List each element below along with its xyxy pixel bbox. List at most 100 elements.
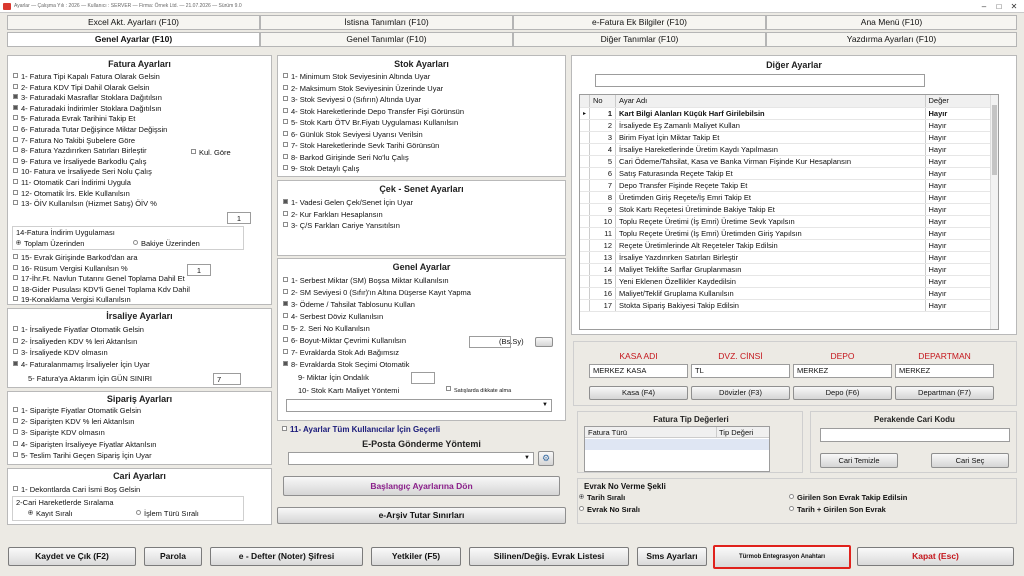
eposta-gear-icon[interactable]: ⚙ [538, 451, 554, 466]
fatura-option-checkbox[interactable] [13, 200, 18, 206]
stok-option-7[interactable]: 7- Stok Hareketlerinde Sevk Tarihi Görün… [283, 141, 439, 151]
fatura-option-9[interactable]: 9- Fatura ve İrsaliyede Barkodlu Çalış [13, 157, 146, 167]
genel-option-checkbox[interactable] [283, 337, 288, 342]
diger-search-input[interactable] [595, 74, 925, 87]
tab-genel-tanimlar[interactable]: Genel Tanımlar (F10) [260, 32, 513, 47]
boyut-settings-button[interactable] [535, 337, 553, 347]
stok-option-checkbox[interactable] [283, 73, 288, 78]
fatura-option-12[interactable]: 12- Otomatik İrs. Ekle Kullanılsın [13, 189, 130, 199]
sms-ayarlari-button[interactable]: Sms Ayarları [637, 547, 707, 566]
fatura-option-checkbox[interactable] [13, 136, 18, 142]
diger-row[interactable]: ▸ 1 Kart Bilgi Alanları Küçük Harf Girileb… [580, 107, 991, 120]
irsaliye-option-checkbox[interactable] [13, 326, 18, 331]
kasa-input[interactable]: MERKEZ KASA [589, 364, 688, 378]
fatura-option-8[interactable]: 8- Fatura Yazdırırken Satırları Birleşti… [13, 146, 147, 156]
oiv-input[interactable]: 1 [227, 212, 251, 224]
stok-option-1[interactable]: 1- Minimum Stok Seviyesinin Altında Uyar [283, 72, 430, 82]
depo-button[interactable]: Depo (F6) [793, 386, 892, 400]
eposta-select[interactable]: ▼ [288, 452, 534, 465]
cari-sec-button[interactable]: Cari Seç [931, 453, 1009, 468]
fatura-option-checkbox[interactable] [13, 179, 18, 184]
baslangic-ayarlari-button[interactable]: Başlangıç Ayarlarına Dön [283, 476, 560, 496]
irsaliye-option-2[interactable]: 2- İrsaliyeden KDV % leri Aktarılsın [13, 337, 137, 347]
radio-evrak-no-sirali[interactable]: Evrak No Sıralı [579, 505, 640, 515]
cek-option-checkbox[interactable] [283, 199, 288, 204]
diger-row[interactable]: 13 İrsaliye Yazdırırken Satırları Birleşt… [580, 251, 991, 264]
stok-option-checkbox[interactable] [283, 165, 288, 170]
diger-row[interactable]: 11 Toplu Reçete Üretimi (İş Emri) Üretimd… [580, 227, 991, 240]
fatura-option-ext-1[interactable]: 15- Evrak Girişinde Barkod'dan ara [13, 253, 138, 263]
siparis-option-checkbox[interactable] [13, 418, 18, 424]
cek-option-checkbox[interactable] [283, 222, 288, 227]
genel-option-checkbox[interactable] [283, 313, 288, 318]
diger-scrollbar[interactable] [990, 95, 998, 329]
cek-option-3[interactable]: 3- Ç/S Farkları Cariye Yansıtılsın [283, 221, 400, 231]
stok-option-2[interactable]: 2- Maksimum Stok Seviyesinin Üzerinde Uy… [283, 84, 443, 94]
genel-option-checkbox[interactable] [283, 361, 288, 366]
fatura-option-13[interactable]: 13- ÖİV Kullanılsın (Hizmet Satış) ÖİV % [13, 199, 157, 209]
silinen-evrak-button[interactable]: Silinen/Değiş. Evrak Listesi [469, 547, 629, 566]
departman-button[interactable]: Departman (F7) [895, 386, 994, 400]
diger-row[interactable]: 14 Maliyet Teklifte Sarflar Gruplanmasın H… [580, 263, 991, 276]
cek-option-2[interactable]: 2- Kur Farkları Hesaplansın [283, 210, 383, 220]
kaydet-cik-button[interactable]: Kaydet ve Çık (F2) [8, 547, 136, 566]
diger-row[interactable]: 8 Üretimden Giriş Reçete/İş Emri Takip Et… [580, 191, 991, 204]
irsaliye-option-1[interactable]: 1- İrsaliyede Fiyatlar Otomatik Gelsin [13, 325, 144, 335]
stok-option-checkbox[interactable] [283, 107, 288, 113]
genel-option-5[interactable]: 5- 2. Seri No Kullanılsın [283, 324, 370, 334]
fatura-option-ext-checkbox[interactable] [13, 285, 18, 291]
siparis-option-4[interactable]: 4- Siparişten İrsaliyeye Fiyatlar Aktarı… [13, 440, 156, 450]
diger-row[interactable]: 3 Birim Fiyat İçin Miktar Takip Et Hayır [580, 131, 991, 144]
fatura-option-checkbox[interactable] [13, 147, 18, 153]
tab-excel[interactable]: Excel Akt. Ayarları (F10) [7, 15, 260, 30]
cek-option-checkbox[interactable] [283, 210, 288, 216]
siparis-option-5[interactable]: 5- Teslim Tarihi Geçen Sipariş İçin Uyar [13, 451, 152, 461]
radio-islem-turu[interactable]: İşlem Türü Sıralı [136, 509, 199, 518]
earsiv-tutar-button[interactable]: e-Arşiv Tutar Sınırları [277, 507, 566, 524]
genel-option-2[interactable]: 2- SM Seviyesi 0 (Sıfır)'ın Altına Düşer… [283, 288, 471, 298]
diger-row[interactable]: 10 Toplu Reçete Üretimi (İş Emri) Üretime… [580, 215, 991, 228]
diger-row[interactable]: 5 Cari Ödeme/Tahsilat, Kasa ve Banka Virm… [580, 155, 991, 168]
tab-yazdirma[interactable]: Yazdırma Ayarları (F10) [766, 32, 1017, 47]
fatura-option-ext-checkbox[interactable] [13, 296, 18, 302]
edefter-sifresi-button[interactable]: e - Defter (Noter) Şifresi [210, 547, 363, 566]
diger-row[interactable]: 2 İrsaliyede Eş Zamanlı Maliyet Kullan Hay… [580, 119, 991, 132]
fatura-option-checkbox[interactable] [13, 73, 18, 78]
stok-option-6[interactable]: 6- Günlük Stok Seviyesi Uyarısı Verilsin [283, 130, 423, 140]
dikkate-alma-option[interactable]: Satışlarda dikkate alma [446, 386, 511, 396]
radio-tarih-girilen[interactable]: Tarih + Girilen Son Evrak [789, 505, 886, 515]
fatura-option-ext-5[interactable]: 19-Konaklama Vergisi Kullanılsın [13, 295, 131, 305]
radio-kayit-sirali[interactable]: Kayıt Sıralı [28, 509, 73, 518]
stok-option-checkbox[interactable] [283, 84, 288, 90]
tab-genel-ayarlar[interactable]: Genel Ayarlar (F10) [7, 32, 260, 47]
ondalik-input[interactable] [411, 372, 435, 384]
fatura-option-ext-checkbox[interactable] [13, 275, 18, 281]
fatura-option-6[interactable]: 6- Faturada Tutar Değişince Miktar Değiş… [13, 125, 167, 135]
irsaliye-option-4[interactable]: 4- Faturalanmamış İrsaliyeler İçin Uyar [13, 360, 150, 370]
siparis-option-checkbox[interactable] [13, 407, 18, 412]
radio-girilen-son[interactable]: Girilen Son Evrak Takip Edilsin [789, 493, 907, 503]
tab-efatura[interactable]: e-Fatura Ek Bilgiler (F10) [513, 15, 766, 30]
fatura-option-3[interactable]: 3- Faturadaki Masraflar Stoklara Dağıtıl… [13, 93, 162, 103]
diger-row[interactable]: 15 Yeni Eklenen Özellikler Kaydedilsin Hay… [580, 275, 991, 288]
stok-option-checkbox[interactable] [283, 130, 288, 136]
irsaliye-option-3[interactable]: 3- İrsaliyede KDV olmasın [13, 348, 108, 358]
fatura-option-checkbox[interactable] [13, 115, 18, 121]
diger-row[interactable]: 12 Reçete Üretimlerinde Alt Reçeteler Tak… [580, 239, 991, 252]
siparis-option-3[interactable]: 3- Siparişte KDV olmasın [13, 428, 105, 438]
yetkiler-button[interactable]: Yetkiler (F5) [371, 547, 461, 566]
stok-option-checkbox[interactable] [283, 96, 288, 101]
depo-input[interactable]: MERKEZ [793, 364, 892, 378]
genel-option-checkbox[interactable] [283, 277, 288, 282]
fatura-option-checkbox[interactable] [13, 104, 18, 110]
fatura-option-checkbox[interactable] [13, 94, 18, 100]
siparis-option-checkbox[interactable] [13, 440, 18, 446]
irsaliye-option-checkbox[interactable] [13, 360, 18, 366]
gun-siniri-input[interactable]: 7 [213, 373, 241, 385]
fatura-option-ext-3[interactable]: 17-İhr.Ft. Navlun Tutarını Genel Toplama… [13, 274, 185, 284]
fatura-option-10[interactable]: 10- Fatura ve İrsaliyede Seri Nolu Çalış [13, 167, 152, 177]
irsaliye-option-checkbox[interactable] [13, 337, 18, 343]
turmob-anahtari-button[interactable]: Türmob Entegrasyon Anahtarı [713, 545, 851, 569]
genel-option-1[interactable]: 1- Serbest Miktar (SM) Boşsa Miktar Kull… [283, 276, 449, 286]
fatura-option-2[interactable]: 2- Fatura KDV Tipi Dahil Olarak Gelsin [13, 83, 149, 93]
